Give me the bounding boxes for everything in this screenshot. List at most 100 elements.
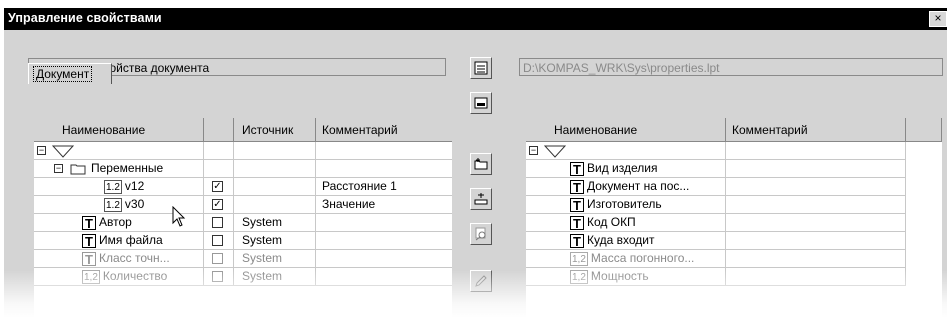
row-source: System [234, 268, 316, 286]
window-title: Управление свойствами [8, 11, 162, 25]
column-name-header[interactable]: Наименование [34, 118, 204, 142]
column-source-header[interactable]: Источник [234, 118, 316, 142]
filter-triangle-icon [544, 145, 566, 158]
column-comment-header[interactable]: Комментарий [316, 118, 452, 142]
row-name: Код ОКП [587, 215, 636, 229]
row-comment [726, 196, 906, 214]
row-name: Изготовитель [587, 197, 662, 211]
add-row-icon [474, 193, 488, 205]
collapse-icon[interactable]: − [54, 164, 63, 173]
number-type-icon: 1,2 [570, 251, 588, 266]
row-name: Вид изделия [587, 161, 658, 175]
column-comment-header[interactable]: Комментарий [726, 118, 906, 142]
table-row[interactable]: T Документ на пос... [526, 178, 942, 196]
window-button[interactable] [470, 92, 492, 114]
row-name: Мощность [590, 269, 649, 283]
table-row[interactable]: 1.2 v30 ✓ Значение [34, 196, 452, 214]
number-type-icon: 1.2 [104, 179, 122, 194]
column-check-header[interactable] [204, 118, 234, 142]
number-type-icon: 1,2 [570, 269, 588, 284]
collapse-icon[interactable]: − [37, 146, 46, 155]
row-name: Масса погонного... [590, 251, 695, 265]
row-checkbox[interactable] [212, 235, 223, 246]
text-type-icon: T [570, 197, 584, 212]
row-comment: Значение [316, 196, 452, 214]
window-icon [474, 97, 488, 109]
row-comment [726, 268, 906, 286]
library-button[interactable] [470, 57, 492, 79]
tab-document[interactable]: Документ [28, 63, 112, 84]
properties-window: Управление свойствами × Локальные свойст… [0, 0, 947, 318]
text-type-icon: T [82, 233, 96, 248]
table-row[interactable]: T Вид изделия [526, 160, 942, 178]
table-row[interactable]: T Куда входит [526, 232, 942, 250]
row-name: Документ на пос... [587, 179, 690, 193]
table-row[interactable]: T Автор System [34, 214, 452, 232]
number-type-icon: 1,2 [82, 269, 100, 284]
row-comment [726, 178, 906, 196]
row-name: v30 [124, 197, 145, 211]
edit-button[interactable] [470, 270, 492, 292]
row-name: v12 [124, 179, 145, 193]
library-icon [474, 61, 488, 75]
table-row[interactable]: 1,2 Мощность [526, 268, 942, 286]
search-icon [475, 227, 486, 241]
table-row[interactable]: − Переменные [34, 160, 452, 178]
table-row[interactable]: T Имя файла System [34, 232, 452, 250]
row-name: Количество [102, 269, 168, 283]
find-button[interactable] [470, 223, 492, 245]
row-comment: Расстояние 1 [316, 178, 452, 196]
row-name: Переменные [91, 161, 164, 175]
text-type-icon: T [570, 179, 584, 194]
table-row[interactable]: 1.2 v12 ✓ Расстояние 1 [34, 178, 452, 196]
text-type-icon: T [570, 233, 584, 248]
row-name: Класс точн... [99, 251, 170, 265]
number-type-icon: 1.2 [104, 197, 122, 212]
table-row[interactable]: − [526, 142, 942, 160]
folder-icon [70, 164, 86, 175]
add-folder-button[interactable] [470, 153, 492, 175]
row-checkbox[interactable] [212, 271, 223, 282]
right-properties-table: Наименование Комментарий − T Вид изделия … [526, 118, 942, 318]
folder-add-icon [474, 158, 488, 170]
tab-document-label: Документ [33, 66, 93, 82]
row-comment [726, 250, 906, 268]
edit-pencil-icon [475, 275, 487, 287]
filter-triangle-icon [52, 145, 74, 158]
row-checkbox[interactable] [212, 217, 223, 228]
add-row-button[interactable] [470, 188, 492, 210]
left-properties-table: Наименование Источник Комментарий ▲ − − … [34, 118, 452, 318]
row-source: System [234, 214, 316, 232]
row-comment [316, 268, 452, 286]
row-source [234, 196, 316, 214]
row-source: System [234, 250, 316, 268]
close-button[interactable]: × [929, 11, 947, 27]
text-type-icon: T [82, 215, 96, 230]
row-comment [316, 250, 452, 268]
text-type-icon: T [82, 251, 96, 266]
row-checkbox[interactable]: ✓ [212, 181, 223, 192]
table-row[interactable]: T Изготовитель [526, 196, 942, 214]
table-row[interactable]: 1,2 Количество System [34, 268, 452, 286]
properties-path-field: D:\KOMPAS_WRK\Sys\properties.lpt [519, 58, 943, 76]
text-type-icon: T [570, 161, 584, 176]
table-row[interactable]: − [34, 142, 452, 160]
row-comment [316, 214, 452, 232]
table-row[interactable]: T Код ОКП [526, 214, 942, 232]
row-comment [316, 232, 452, 250]
row-comment [726, 214, 906, 232]
row-source: System [234, 232, 316, 250]
row-name: Куда входит [587, 233, 655, 247]
table-row[interactable]: T Класс точн... System [34, 250, 452, 268]
row-name: Имя файла [99, 233, 163, 247]
collapse-icon[interactable]: − [529, 146, 538, 155]
row-checkbox[interactable] [212, 253, 223, 264]
row-comment [726, 232, 906, 250]
table-row[interactable]: 1,2 Масса погонного... [526, 250, 942, 268]
row-source [234, 178, 316, 196]
column-empty-header [906, 118, 942, 142]
row-name: Автор [99, 215, 132, 229]
text-type-icon: T [570, 215, 584, 230]
row-checkbox[interactable]: ✓ [212, 199, 223, 210]
column-name-header[interactable]: Наименование [526, 118, 726, 142]
